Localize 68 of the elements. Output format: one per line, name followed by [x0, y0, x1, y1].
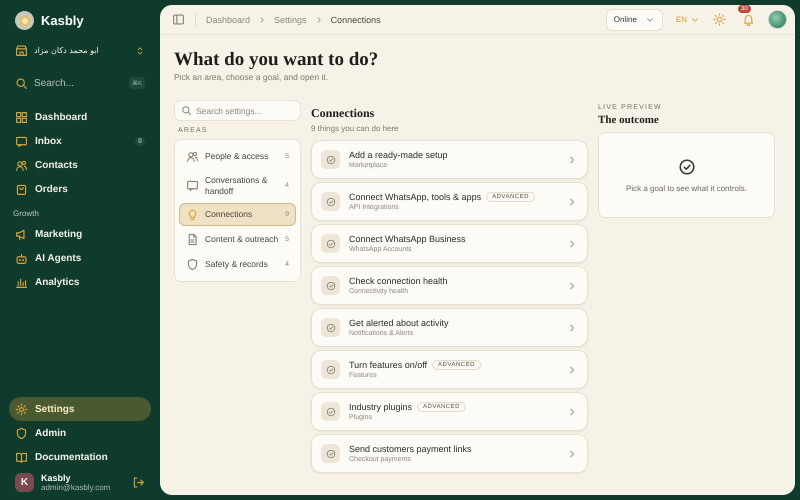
shield-icon	[15, 426, 28, 440]
search-icon	[15, 76, 28, 90]
message-icon	[186, 179, 199, 192]
sun-icon[interactable]	[713, 13, 726, 26]
section-subtitle: 9 things you can do here	[311, 124, 400, 133]
store-icon	[15, 44, 28, 57]
section-title: The outcome	[598, 114, 660, 126]
brand-name: Kasbly	[41, 13, 84, 28]
goal-title: Connect WhatsApp, tools & apps	[349, 192, 482, 202]
search-field[interactable]: Search...	[34, 78, 123, 88]
user-name: Kasbly	[41, 473, 72, 483]
nav-item[interactable]: Marketing	[9, 222, 151, 246]
search-field[interactable]: Search settings...	[174, 100, 301, 121]
goal-icon	[321, 276, 340, 295]
goal-title: Connect WhatsApp Business	[349, 234, 466, 244]
chevron-right-icon	[314, 16, 323, 24]
chevron-right-icon	[258, 16, 266, 24]
nav-item[interactable]: Documentation	[9, 445, 151, 469]
bag-icon	[15, 182, 28, 196]
nav-item[interactable]: AI Agents	[9, 246, 151, 270]
document-icon	[186, 233, 199, 246]
goal-title: Turn features on/off	[349, 360, 428, 370]
nav-item[interactable]: Dashboard	[9, 105, 151, 129]
nav-item[interactable]: Contacts	[9, 153, 151, 177]
status-select[interactable]: Online	[606, 8, 663, 30]
shield-icon	[186, 258, 199, 272]
users-icon	[15, 158, 28, 172]
goal-title: Add a ready-made setup	[349, 150, 448, 160]
avatar[interactable]	[768, 10, 787, 29]
nav-item[interactable]: Analytics	[9, 270, 151, 294]
goal-title: Check connection health	[349, 276, 448, 286]
page-subtitle: Pick an area, choose a goal, and open it.	[174, 72, 330, 82]
goal-title: Get alerted about activity	[349, 318, 449, 328]
lightbulb-icon	[186, 208, 199, 222]
goal-icon	[321, 234, 340, 253]
logout-icon[interactable]	[132, 476, 145, 489]
preview-message: Pick a goal to see what it controls.	[626, 184, 747, 192]
goal-icon	[321, 360, 340, 379]
chevron-updown-icon	[135, 46, 145, 56]
bell-icon[interactable]	[742, 13, 755, 26]
settings-icon	[15, 402, 28, 416]
sidebar-toggle-icon[interactable]	[172, 13, 185, 26]
check-circle-icon	[678, 158, 696, 176]
grid-icon	[15, 110, 28, 124]
bar-chart-icon	[15, 276, 28, 288]
goal-title: Send customers payment links	[349, 444, 472, 454]
section-label: Growth	[12, 208, 40, 220]
nav-item[interactable]: Admin	[9, 421, 151, 445]
goal-icon	[321, 192, 340, 211]
search-icon	[181, 105, 192, 116]
message-icon	[15, 134, 28, 148]
section-title: Connections	[311, 106, 376, 121]
users-icon	[186, 150, 199, 163]
robot-icon	[15, 252, 28, 264]
user-email: admin@kasbly.com	[41, 483, 112, 492]
goal-icon	[321, 444, 340, 463]
breadcrumb: Connections	[330, 14, 381, 24]
goal-icon	[321, 150, 340, 169]
nav-item[interactable]: Settings	[9, 397, 151, 421]
goal-icon	[321, 402, 340, 421]
nav-item[interactable]: Orders	[9, 177, 151, 201]
goal-title: Industry plugins	[349, 402, 412, 412]
book-icon	[15, 450, 28, 464]
logo-icon	[15, 11, 34, 30]
page-title: What do you want to do?	[174, 49, 380, 71]
goal-icon	[321, 318, 340, 337]
workspace-selector[interactable]: ابو محمد دكان مزاد	[9, 42, 151, 59]
user-avatar: K	[15, 473, 34, 492]
